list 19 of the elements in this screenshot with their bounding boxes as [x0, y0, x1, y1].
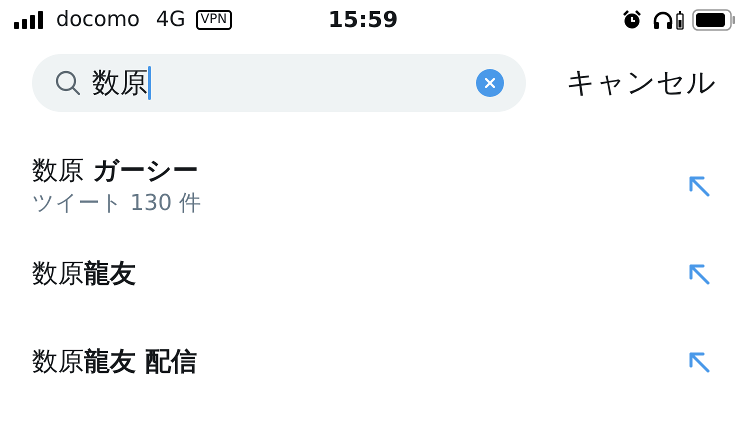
clear-icon[interactable] [476, 69, 504, 97]
headphones-icon [652, 10, 674, 30]
tweet-count: ツイート 130 件 [32, 190, 202, 218]
text-cursor [148, 66, 151, 100]
suggestion-text[interactable]: 数原 ガーシー [32, 153, 686, 189]
clock-time: 15:59 [328, 6, 398, 34]
vpn-badge: VPN [196, 10, 232, 30]
charging-icon [676, 10, 684, 30]
carrier-name: docomo [56, 6, 140, 34]
battery-icon [692, 9, 736, 31]
search-text: 数原 [92, 65, 148, 101]
cancel-button[interactable]: キャンセル [566, 61, 716, 105]
search-field[interactable]: 数原 [32, 54, 526, 112]
suggestion-text[interactable]: 数原龍友 配信 [32, 344, 686, 380]
alarm-icon [622, 10, 642, 30]
network-type: 4G [156, 6, 186, 34]
signal-icon [14, 11, 46, 29]
suggestion-text[interactable]: 数原龍友 [32, 256, 686, 292]
search-icon [54, 69, 82, 97]
